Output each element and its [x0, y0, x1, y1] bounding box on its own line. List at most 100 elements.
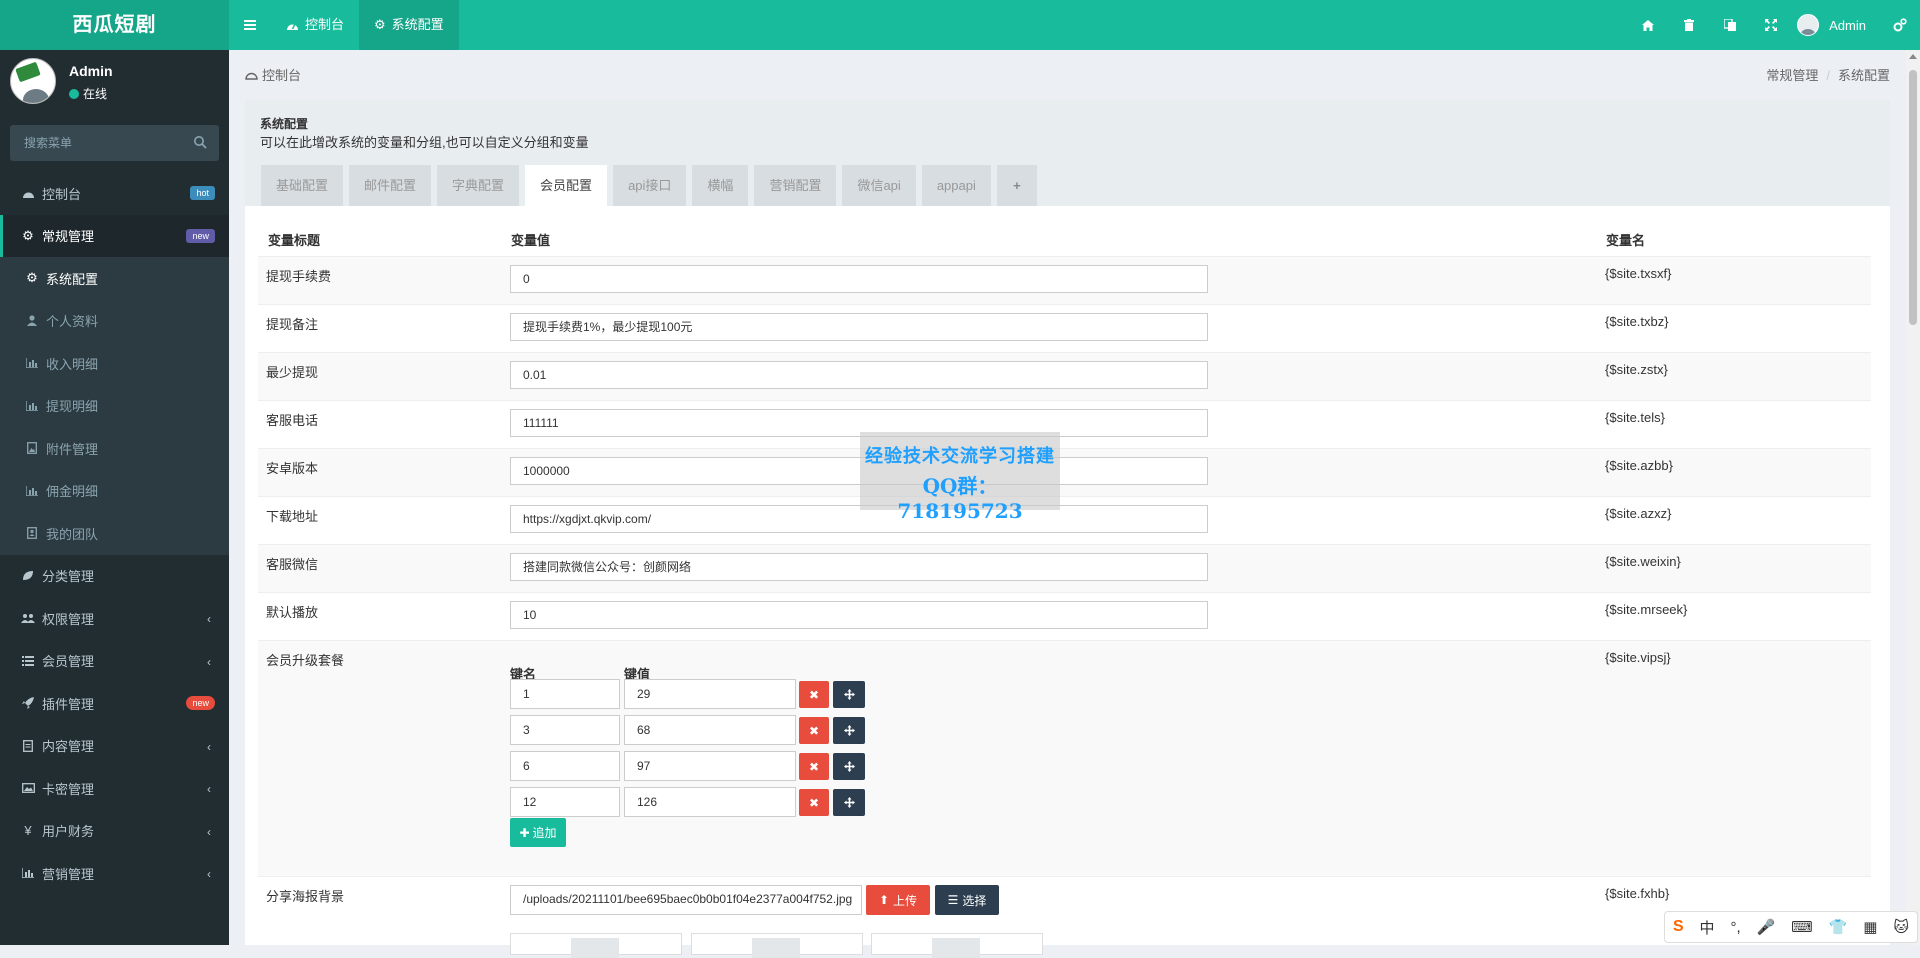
- sidebar-item-plugin[interactable]: 插件管理 new: [0, 682, 229, 725]
- tab-banner[interactable]: 横幅: [692, 165, 749, 206]
- skin-icon[interactable]: 👕: [1829, 918, 1848, 936]
- value-input[interactable]: https://xgdjxt.qkvip.com/: [510, 505, 1208, 533]
- sidebar-item-income[interactable]: 收入明细: [0, 342, 229, 385]
- table-row: 最少提现 0.01 {$site.zstx}: [258, 352, 1871, 401]
- watermark: 经验技术交流学习搭建 QQ群：718195723: [860, 432, 1060, 523]
- keyboard-icon[interactable]: ⌨: [1791, 918, 1813, 936]
- language-button[interactable]: [1709, 0, 1750, 50]
- value-input[interactable]: 提现手续费1%，最少提现100元: [510, 313, 1208, 341]
- sidebar-item-profile[interactable]: 个人资料: [0, 299, 229, 342]
- delete-button[interactable]: ✖: [799, 789, 829, 816]
- clear-cache-button[interactable]: [1668, 0, 1709, 50]
- tab-appapi[interactable]: appapi: [921, 165, 991, 206]
- sidebar-item-category[interactable]: 分类管理: [0, 555, 229, 598]
- poster-path-input[interactable]: /uploads/20211101/bee695baec0b0b01f04e23…: [510, 885, 862, 915]
- sidebar-item-attachment[interactable]: 附件管理: [0, 427, 229, 470]
- move-icon: [843, 725, 855, 736]
- grid-icon[interactable]: ▦: [1863, 918, 1877, 936]
- delete-button[interactable]: ✖: [799, 681, 829, 708]
- microphone-icon[interactable]: 🎤: [1757, 918, 1776, 936]
- value-input[interactable]: 111111: [510, 409, 1208, 437]
- punctuation-icon[interactable]: °,: [1730, 919, 1740, 936]
- drag-handle[interactable]: [833, 681, 865, 708]
- translate-icon: [1723, 19, 1736, 31]
- row-title: 最少提现: [266, 365, 319, 380]
- image-thumbnail[interactable]: [871, 933, 1043, 958]
- value-input[interactable]: 97: [624, 751, 796, 781]
- image-thumbnail[interactable]: [691, 933, 863, 958]
- picture-icon: [20, 783, 36, 794]
- upload-button[interactable]: ⬆ 上传: [866, 885, 930, 915]
- move-icon: [843, 797, 855, 808]
- sidebar-item-card[interactable]: 卡密管理 ‹: [0, 767, 229, 810]
- tab-dictionary[interactable]: 字典配置: [437, 165, 520, 206]
- home-button[interactable]: [1627, 0, 1668, 50]
- sidebar-item-dashboard[interactable]: 控制台 hot: [0, 172, 229, 215]
- drag-handle[interactable]: [833, 789, 865, 816]
- value-input[interactable]: 126: [624, 787, 796, 817]
- sidebar-item-general[interactable]: ⚙ 常规管理 new: [0, 214, 229, 257]
- sidebar-item-team[interactable]: 我的团队: [0, 512, 229, 555]
- sidebar-item-auth[interactable]: 权限管理 ‹: [0, 597, 229, 640]
- value-input[interactable]: 10: [510, 601, 1208, 629]
- image-thumbnail[interactable]: [510, 933, 682, 958]
- tab-member[interactable]: 会员配置: [525, 165, 608, 206]
- page-scrollbar[interactable]: [1906, 50, 1920, 945]
- sidebar-item-content[interactable]: 内容管理 ‹: [0, 725, 229, 768]
- delete-button[interactable]: ✖: [799, 753, 829, 780]
- tab-basic[interactable]: 基础配置: [261, 165, 344, 206]
- close-icon: ✖: [808, 795, 820, 810]
- sidebar-item-withdraw[interactable]: 提现明细: [0, 384, 229, 427]
- add-group-button[interactable]: +: [996, 165, 1037, 206]
- tab-marketing[interactable]: 营销配置: [754, 165, 837, 206]
- value-input[interactable]: 0.01: [510, 361, 1208, 389]
- breadcrumb-separator: /: [1826, 68, 1830, 83]
- avatar: [10, 58, 56, 104]
- ime-mode[interactable]: 中: [1700, 917, 1715, 938]
- row-title: 默认播放: [266, 605, 319, 620]
- sidebar-item-marketing[interactable]: 营销管理 ‹: [0, 852, 229, 895]
- config-tabs: 基础配置 邮件配置 字典配置 会员配置 api接口 横幅 营销配置 微信api …: [261, 165, 1037, 206]
- key-input[interactable]: 3: [510, 715, 620, 745]
- watermark-line: 经验技术交流学习搭建: [865, 446, 1055, 467]
- table-row: 客服微信 搭建同款微信公众号：创颜网络 {$site.weixin}: [258, 544, 1871, 593]
- sidebar-item-finance[interactable]: ¥ 用户财务 ‹: [0, 810, 229, 853]
- tab-wechat-api[interactable]: 微信api: [842, 165, 916, 206]
- user-panel: Admin 在线: [0, 50, 229, 120]
- breadcrumb-item[interactable]: 常规管理: [1766, 68, 1818, 83]
- delete-button[interactable]: ✖: [799, 717, 829, 744]
- choose-button[interactable]: ☰ 选择: [935, 885, 999, 915]
- user-menu[interactable]: Admin: [1791, 0, 1880, 50]
- tab-api[interactable]: api接口: [613, 165, 687, 206]
- sidebar-item-member[interactable]: 会员管理 ‹: [0, 640, 229, 683]
- sidebar-toggle-button[interactable]: [229, 0, 271, 50]
- close-icon: ✖: [808, 759, 820, 774]
- key-input[interactable]: 12: [510, 787, 620, 817]
- sidebar-item-system-config[interactable]: ⚙ 系统配置: [0, 257, 229, 300]
- control-sidebar-button[interactable]: [1880, 0, 1920, 50]
- tab-system-config[interactable]: ⚙ 系统配置: [359, 0, 459, 50]
- sidebar-item-commission[interactable]: 佣金明细: [0, 469, 229, 512]
- value-input[interactable]: 68: [624, 715, 796, 745]
- key-input[interactable]: 1: [510, 679, 620, 709]
- fullscreen-button[interactable]: [1750, 0, 1791, 50]
- search-icon[interactable]: [193, 135, 207, 149]
- append-button[interactable]: ✚ 追加: [510, 818, 566, 847]
- drag-handle[interactable]: [833, 717, 865, 744]
- key-input[interactable]: 6: [510, 751, 620, 781]
- value-input[interactable]: 0: [510, 265, 1208, 293]
- tab-email[interactable]: 邮件配置: [349, 165, 432, 206]
- tab-dashboard[interactable]: 控制台: [271, 0, 359, 50]
- menu-icon: [244, 20, 256, 30]
- scrollbar-thumb[interactable]: [1909, 70, 1917, 325]
- app-logo[interactable]: 西瓜短剧: [0, 0, 229, 50]
- sidebar-item-label: 控制台: [42, 186, 82, 202]
- menu-search-input[interactable]: [10, 125, 194, 161]
- value-input[interactable]: 29: [624, 679, 796, 709]
- scroll-up-icon[interactable]: [1909, 54, 1917, 59]
- value-input[interactable]: 搭建同款微信公众号：创颜网络: [510, 553, 1208, 581]
- mascot-icon[interactable]: 🐱: [1893, 918, 1909, 936]
- drag-handle[interactable]: [833, 753, 865, 780]
- sogou-icon[interactable]: S: [1673, 918, 1684, 936]
- value-input[interactable]: 1000000: [510, 457, 1208, 485]
